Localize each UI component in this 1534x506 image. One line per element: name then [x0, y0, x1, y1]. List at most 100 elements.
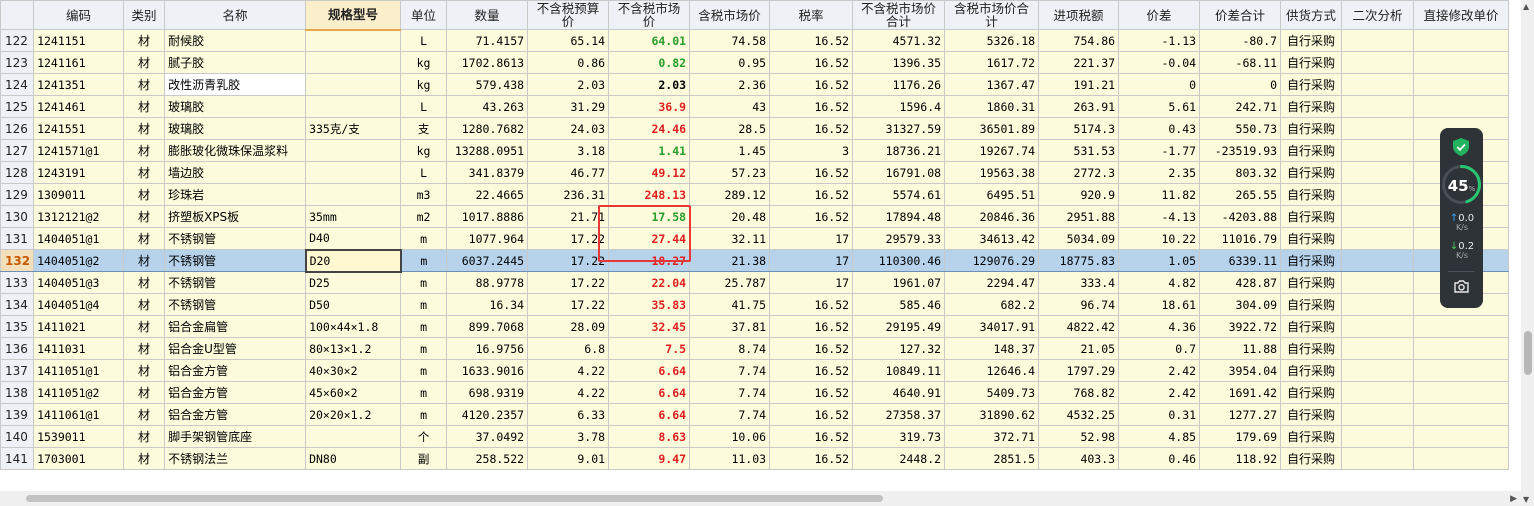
name-cell[interactable]: 不锈钢管	[164, 293, 307, 316]
quantity-cell[interactable]: 258.522	[446, 447, 529, 470]
quantity-cell[interactable]: 1702.8613	[446, 51, 529, 74]
secondary-analysis-cell[interactable]	[1341, 29, 1415, 52]
name-cell[interactable]: 耐候胶	[164, 29, 307, 52]
secondary-analysis-cell[interactable]	[1341, 403, 1415, 426]
row-number[interactable]: 130	[0, 205, 35, 228]
code-cell[interactable]: 1411051@1	[33, 359, 125, 382]
name-cell[interactable]: 玻璃胶	[164, 117, 307, 140]
name-cell[interactable]: 玻璃胶	[164, 95, 307, 118]
edit-price-cell[interactable]	[1413, 381, 1510, 404]
input-tax-cell[interactable]: 263.91	[1038, 95, 1120, 118]
tax-rate-cell[interactable]: 17	[769, 249, 854, 272]
row-number[interactable]: 131	[0, 227, 35, 250]
supply-method-cell[interactable]: 自行采购	[1280, 29, 1343, 52]
tax-market-total-cell[interactable]: 5326.18	[944, 29, 1040, 52]
quantity-cell[interactable]: 37.0492	[446, 425, 529, 448]
edit-price-cell[interactable]	[1413, 425, 1510, 448]
tax-market-price-cell[interactable]: 74.58	[689, 29, 771, 52]
scroll-up-arrow-icon[interactable]: ▲	[1523, 2, 1529, 11]
budget-price-cell[interactable]: 9.01	[527, 447, 610, 470]
table-row[interactable]: 137 1411051@1 材铝合金方管 40×30×2 m 1633.9016 4.22 6…	[0, 359, 1510, 382]
tax-rate-cell[interactable]: 16.52	[769, 359, 854, 382]
tax-market-price-cell[interactable]: 41.75	[689, 293, 771, 316]
unit-cell[interactable]: kg	[400, 51, 448, 74]
quantity-cell[interactable]: 1077.964	[446, 227, 529, 250]
secondary-analysis-cell[interactable]	[1341, 381, 1415, 404]
diff-total-cell[interactable]: -68.11	[1199, 51, 1282, 74]
quantity-cell[interactable]: 1017.8886	[446, 205, 529, 228]
tax-market-price-cell[interactable]: 57.23	[689, 161, 771, 184]
tax-market-total-cell[interactable]: 1860.31	[944, 95, 1040, 118]
code-cell[interactable]: 1411061@1	[33, 403, 125, 426]
secondary-analysis-cell[interactable]	[1341, 447, 1415, 470]
input-tax-cell[interactable]: 52.98	[1038, 425, 1120, 448]
table-row[interactable]: 138 1411051@2 材铝合金方管 45×60×2 m 698.9319 4.22 6.…	[0, 381, 1510, 404]
row-number[interactable]: 125	[0, 95, 35, 118]
tax-market-price-cell[interactable]: 289.12	[689, 183, 771, 206]
spec-cell[interactable]: 80×13×1.2	[305, 337, 402, 360]
unit-cell[interactable]: m	[400, 227, 448, 250]
market-total-cell[interactable]: 4571.32	[852, 29, 946, 52]
budget-price-cell[interactable]: 0.86	[527, 51, 610, 74]
header-market-total[interactable]: 不含税市场价合计	[852, 0, 946, 30]
secondary-analysis-cell[interactable]	[1341, 425, 1415, 448]
price-diff-cell[interactable]: 11.82	[1118, 183, 1201, 206]
header-edit-price[interactable]: 直接修改单价	[1413, 0, 1510, 30]
market-price-cell[interactable]: 22.04	[608, 271, 691, 294]
quantity-cell[interactable]: 71.4157	[446, 29, 529, 52]
tax-market-total-cell[interactable]: 2294.47	[944, 271, 1040, 294]
table-row[interactable]: 129 1309011 材珍珠岩 m3 22.4665 236.31 248.13 289.1…	[0, 183, 1510, 206]
quantity-cell[interactable]: 13288.0951	[446, 139, 529, 162]
quantity-cell[interactable]: 88.9778	[446, 271, 529, 294]
market-total-cell[interactable]: 1961.07	[852, 271, 946, 294]
name-cell[interactable]: 铝合金扁管	[164, 315, 307, 338]
header-budget-price[interactable]: 不含税预算价	[527, 0, 610, 30]
category-cell[interactable]: 材	[123, 95, 166, 118]
row-number[interactable]: 133	[0, 271, 35, 294]
tax-market-total-cell[interactable]: 31890.62	[944, 403, 1040, 426]
name-cell[interactable]: 不锈钢管	[164, 249, 307, 272]
diff-total-cell[interactable]: -23519.93	[1199, 139, 1282, 162]
camera-icon[interactable]	[1453, 278, 1470, 295]
tax-market-total-cell[interactable]: 6495.51	[944, 183, 1040, 206]
vertical-scroll-thumb[interactable]	[1524, 331, 1532, 375]
price-diff-cell[interactable]: 4.82	[1118, 271, 1201, 294]
tax-rate-cell[interactable]: 16.52	[769, 117, 854, 140]
diff-total-cell[interactable]: 265.55	[1199, 183, 1282, 206]
tax-rate-cell[interactable]: 16.52	[769, 425, 854, 448]
price-diff-cell[interactable]: -4.13	[1118, 205, 1201, 228]
diff-total-cell[interactable]: 3922.72	[1199, 315, 1282, 338]
budget-price-cell[interactable]: 17.22	[527, 227, 610, 250]
spec-cell[interactable]: 335克/支	[305, 117, 402, 140]
table-row[interactable]: 125 1241461 材玻璃胶 L 43.263 31.29 36.9 43 16.52 159…	[0, 95, 1510, 118]
diff-total-cell[interactable]: -80.7	[1199, 29, 1282, 52]
input-tax-cell[interactable]: 2951.88	[1038, 205, 1120, 228]
diff-total-cell[interactable]: 550.73	[1199, 117, 1282, 140]
diff-total-cell[interactable]: 428.87	[1199, 271, 1282, 294]
tax-market-price-cell[interactable]: 2.36	[689, 73, 771, 96]
quantity-cell[interactable]: 43.263	[446, 95, 529, 118]
spec-cell[interactable]: 40×30×2	[305, 359, 402, 382]
spec-cell[interactable]: 45×60×2	[305, 381, 402, 404]
tax-market-total-cell[interactable]: 129076.29	[944, 249, 1040, 272]
market-total-cell[interactable]: 319.73	[852, 425, 946, 448]
tax-rate-cell[interactable]: 16.52	[769, 73, 854, 96]
diff-total-cell[interactable]: 1277.27	[1199, 403, 1282, 426]
horizontal-scroll-thumb[interactable]	[26, 495, 883, 502]
tax-rate-cell[interactable]: 16.52	[769, 161, 854, 184]
spec-cell[interactable]	[305, 29, 402, 52]
market-price-cell[interactable]: 0.82	[608, 51, 691, 74]
supply-method-cell[interactable]: 自行采购	[1280, 293, 1343, 316]
category-cell[interactable]: 材	[123, 161, 166, 184]
price-diff-cell[interactable]: 0.7	[1118, 337, 1201, 360]
secondary-analysis-cell[interactable]	[1341, 95, 1415, 118]
row-number[interactable]: 126	[0, 117, 35, 140]
budget-price-cell[interactable]: 4.22	[527, 359, 610, 382]
market-price-cell[interactable]: 18.27	[608, 249, 691, 272]
input-tax-cell[interactable]: 2772.3	[1038, 161, 1120, 184]
market-total-cell[interactable]: 1396.35	[852, 51, 946, 74]
edit-price-cell[interactable]	[1413, 447, 1510, 470]
spec-cell[interactable]: D25	[305, 271, 402, 294]
input-tax-cell[interactable]: 920.9	[1038, 183, 1120, 206]
diff-total-cell[interactable]: 1691.42	[1199, 381, 1282, 404]
